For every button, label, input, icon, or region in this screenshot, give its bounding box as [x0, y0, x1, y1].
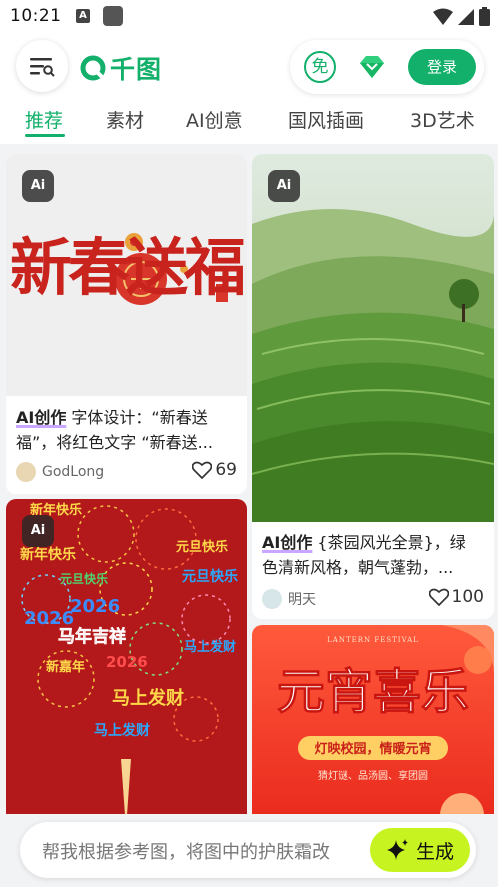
- app-header: 千图 免 登录: [0, 38, 498, 96]
- card-title-line1: {茶园风光全景}，绿: [312, 533, 466, 552]
- app-logo: 千图: [80, 50, 162, 86]
- card-image: [252, 154, 494, 522]
- like-button[interactable]: 100: [428, 587, 484, 607]
- status-bar: 10:21 A: [0, 0, 498, 34]
- image-text: 元旦快乐: [60, 571, 108, 586]
- avatar: [262, 589, 282, 609]
- image-text: 元旦快乐: [182, 568, 238, 585]
- status-indicators: [433, 7, 490, 26]
- vip-diamond-icon[interactable]: [356, 51, 388, 83]
- image-text: 猜灯谜、品汤圆、享团圆: [318, 769, 428, 782]
- avatar: [16, 462, 36, 482]
- card-title: AI创作 字体设计：“新春送 福”，将红色文字 “新春送...: [16, 405, 237, 455]
- image-title: 元宵喜乐: [277, 664, 469, 720]
- bottom-bar: 帮我根据参考图，将图中的护肤霜改 生成: [0, 814, 498, 887]
- tab-materials[interactable]: 素材: [106, 106, 144, 133]
- card-author[interactable]: GodLong: [16, 462, 104, 482]
- heart-icon: [192, 461, 213, 479]
- tab-recommend[interactable]: 推荐: [25, 106, 63, 133]
- image-text: 2026: [70, 596, 120, 617]
- like-button[interactable]: 69: [192, 460, 237, 480]
- notification-square-icon: [103, 6, 123, 26]
- image-text: LANTERN FESTIVAL: [327, 636, 419, 644]
- battery-icon: [479, 7, 490, 26]
- free-icon[interactable]: 免: [304, 51, 336, 83]
- card-title-line2: 色清新风格，朝气蓬勃，...: [262, 558, 454, 577]
- like-count: 100: [451, 587, 484, 607]
- feed-card[interactable]: LANTERN FESTIVAL 元宵喜乐 灯映校园，情暖元宵 猜灯谜、品汤圆、…: [252, 625, 494, 820]
- image-text: 马上发财: [112, 687, 184, 709]
- header-actions: 免 登录: [290, 40, 484, 94]
- ai-badge: Ai: [22, 515, 54, 547]
- image-text: 2026: [106, 653, 148, 671]
- tab-indicator: [25, 134, 65, 137]
- login-button[interactable]: 登录: [408, 49, 476, 85]
- tab-guofeng-illustration[interactable]: 国风插画: [288, 106, 364, 133]
- feed-card[interactable]: Ai AI创作 {茶园风光全景}，绿 色清新风格，朝气蓬勃，... 明天 100: [252, 154, 494, 619]
- logo-mark-icon: [80, 55, 106, 81]
- like-count: 69: [215, 460, 237, 480]
- image-text: 马上发财: [184, 639, 236, 655]
- feed-card[interactable]: 新年快乐 元旦快乐 新年快乐 元旦快乐 元旦快乐 2026 2026 马年吉祥 …: [6, 499, 247, 820]
- category-tabs: 推荐 素材 AI创意 国风插画 3D艺术: [0, 96, 498, 144]
- heart-icon: [428, 588, 449, 606]
- content-feed[interactable]: 新春送福 Ai AI创作 字体设计：“新春送 福”，将红色文字 “新春送... …: [0, 144, 498, 820]
- ai-badge: Ai: [22, 170, 54, 202]
- ai-badge: Ai: [268, 170, 300, 202]
- status-time: 10:21: [10, 6, 62, 26]
- author-name: GodLong: [42, 464, 105, 480]
- notification-a-icon: A: [76, 9, 90, 23]
- tab-ai-creative[interactable]: AI创意: [186, 106, 243, 133]
- tab-3d-art[interactable]: 3D艺术: [410, 106, 475, 133]
- image-text: 2026: [24, 608, 74, 629]
- image-text: 新嘉年: [46, 659, 85, 675]
- card-image: LANTERN FESTIVAL 元宵喜乐 灯映校园，情暖元宵 猜灯谜、品汤圆、…: [252, 625, 494, 820]
- image-text: 马上发财: [94, 722, 150, 739]
- menu-button[interactable]: [16, 40, 68, 92]
- ai-tag: AI创作: [262, 533, 313, 552]
- prompt-input[interactable]: 帮我根据参考图，将图中的护肤霜改: [42, 838, 382, 864]
- image-text: 灯映校园，情暖元宵: [314, 741, 431, 757]
- wifi-icon: [433, 8, 453, 25]
- image-text: 新年快乐: [20, 546, 76, 563]
- prompt-box[interactable]: 帮我根据参考图，将图中的护肤霜改 生成: [20, 822, 476, 878]
- author-name: 明天: [288, 592, 316, 608]
- feed-card[interactable]: 新春送福 Ai AI创作 字体设计：“新春送 福”，将红色文字 “新春送... …: [6, 154, 247, 494]
- card-title-line1: 字体设计：“新春送: [66, 408, 208, 427]
- card-author[interactable]: 明天: [262, 589, 316, 609]
- card-image-title: 新春送福: [10, 231, 244, 304]
- generate-button[interactable]: 生成: [370, 828, 470, 872]
- image-text: 元旦快乐: [176, 539, 228, 555]
- generate-label: 生成: [415, 840, 454, 863]
- sparkle-icon: [386, 839, 408, 860]
- logo-text: 千图: [110, 55, 163, 84]
- ai-tag: AI创作: [16, 408, 67, 427]
- card-title-line2: 福”，将红色文字 “新春送...: [16, 433, 213, 452]
- card-title: AI创作 {茶园风光全景}，绿 色清新风格，朝气蓬勃，...: [262, 530, 484, 580]
- menu-search-icon: [30, 58, 55, 77]
- signal-icon: [458, 8, 474, 25]
- image-text: 马年吉祥: [58, 626, 126, 647]
- card-image: 新年快乐 元旦快乐 新年快乐 元旦快乐 元旦快乐 2026 2026 马年吉祥 …: [6, 499, 247, 820]
